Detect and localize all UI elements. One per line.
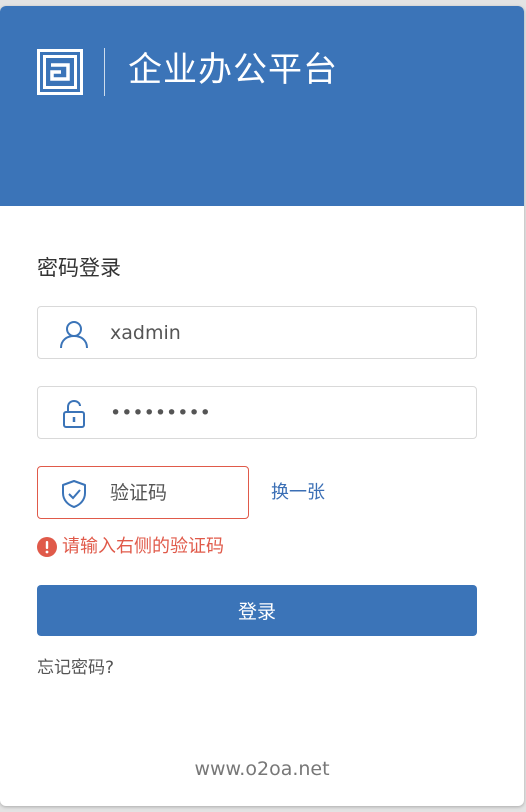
password-field[interactable]	[37, 386, 477, 439]
captcha-input[interactable]	[110, 467, 240, 518]
exclamation-circle-icon	[37, 537, 57, 557]
captcha-error: 请输入右侧的验证码	[37, 534, 224, 560]
login-method-title: 密码登录	[37, 256, 121, 280]
login-button[interactable]: 登录	[37, 585, 477, 636]
app-title: 企业办公平台	[128, 50, 338, 90]
username-input[interactable]	[110, 307, 460, 358]
header-divider	[104, 48, 105, 96]
header-banner: 企业办公平台	[0, 6, 524, 206]
login-card: 企业办公平台 密码登录 换一张 请输入右侧的验证码 登录	[0, 6, 524, 806]
captcha-field[interactable]	[37, 466, 249, 519]
o2-logo-icon	[37, 49, 83, 95]
footer-site-url: www.o2oa.net	[194, 758, 330, 780]
username-field[interactable]	[37, 306, 477, 359]
shield-check-icon	[62, 480, 86, 508]
refresh-captcha-link[interactable]: 换一张	[271, 480, 325, 506]
password-input[interactable]	[110, 387, 460, 438]
forgot-password-link[interactable]: 忘记密码?	[37, 655, 114, 681]
error-message: 请输入右侧的验证码	[62, 536, 224, 557]
unlock-icon	[63, 399, 85, 428]
user-icon	[60, 321, 88, 349]
